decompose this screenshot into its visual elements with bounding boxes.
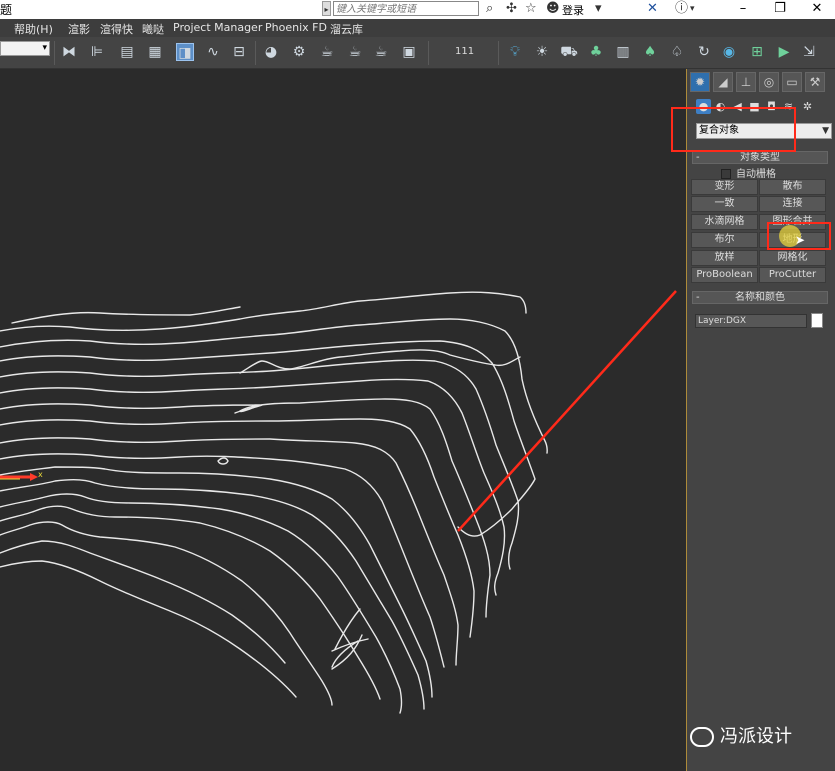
layer-manager-icon[interactable]: ▤: [118, 43, 136, 61]
render-iterative-icon[interactable]: ☕: [372, 43, 390, 61]
toolbar-separator: [498, 41, 499, 65]
render-frame-window-icon[interactable]: ▣: [400, 43, 418, 61]
menu-render-shadow[interactable]: 渲影: [68, 21, 90, 37]
align-icon[interactable]: ⊫: [88, 43, 106, 61]
watermark: 冯派设计: [690, 722, 792, 748]
menu-render-fast[interactable]: 渲得快: [100, 21, 133, 37]
systems-icon[interactable]: ✲: [800, 99, 815, 114]
procutter-button[interactable]: ProCutter: [759, 267, 826, 283]
annotation-arrow: [457, 290, 677, 532]
utilities-tab[interactable]: ⚒: [805, 72, 825, 92]
create-tab[interactable]: ✹: [690, 72, 710, 92]
tree-outline-icon[interactable]: ♤: [668, 43, 686, 61]
toolbar-separator: [428, 41, 429, 65]
boolean-button[interactable]: 布尔: [691, 232, 758, 248]
toolbar-counter: 111: [455, 46, 475, 57]
command-panel: ✹ ◢ ⊥ ◎ ▭ ⚒ ● ◐ ◀ ■ ◘ ≋ ✲ 复合对象 ▼ - 对象类型 …: [686, 69, 835, 771]
selection-set-dropdown[interactable]: ▾: [0, 41, 50, 56]
contour-lines-drawing: x: [0, 290, 677, 714]
curve-editor-icon[interactable]: ∿: [204, 43, 222, 61]
rendered-frame-icon[interactable]: ☕: [318, 43, 336, 61]
film-icon[interactable]: ▶: [775, 43, 793, 61]
toolbar-separator: [54, 41, 55, 65]
scatter-button[interactable]: 散布: [759, 179, 826, 195]
menu-liuyun-library[interactable]: 溜云库: [330, 21, 363, 37]
menu-project-manager[interactable]: Project Manager: [173, 21, 262, 34]
conform-button[interactable]: 一致: [691, 196, 758, 212]
binoculars-icon[interactable]: ⌕: [486, 2, 493, 16]
graphite-tools-icon[interactable]: ◨: [176, 43, 194, 61]
object-name-field[interactable]: Layer:DGX: [695, 314, 807, 328]
object-type-title: 对象类型: [740, 152, 780, 163]
name-color-title: 名称和颜色: [735, 292, 785, 303]
material-editor-icon[interactable]: ◕: [262, 43, 280, 61]
rotate-icon[interactable]: ↻: [695, 43, 713, 61]
wechat-icon: [690, 727, 714, 747]
toolbar-separator: [255, 41, 256, 65]
object-type-rollout-header[interactable]: - 对象类型: [692, 151, 828, 164]
light-bulb-icon[interactable]: 💡︎: [506, 43, 524, 61]
menu-bar: 帮助(H) 渲影 渲得快 曦哒 Project Manager Phoenix …: [0, 19, 835, 37]
star-icon[interactable]: ☆: [525, 2, 537, 16]
name-color-rollout-header[interactable]: - 名称和颜色: [692, 291, 828, 304]
perspective-viewport[interactable]: x: [0, 69, 686, 771]
mesher-button[interactable]: 网格化: [759, 250, 826, 266]
watermark-text: 冯派设计: [720, 726, 792, 747]
search-input[interactable]: 键入关键字或短语: [333, 1, 479, 16]
hierarchy-tab[interactable]: ⊥: [736, 72, 756, 92]
axis-x-label: x: [38, 470, 43, 479]
proboolean-button[interactable]: ProBoolean: [691, 267, 758, 283]
menu-help[interactable]: 帮助(H): [14, 21, 53, 37]
vray-fur-icon[interactable]: ♣: [587, 43, 605, 61]
contour-lines: [0, 291, 548, 714]
connect-button[interactable]: 连接: [759, 196, 826, 212]
morph-button[interactable]: 变形: [691, 179, 758, 195]
search-expand-button[interactable]: ▸: [322, 1, 331, 16]
blobmesh-button[interactable]: 水滴网格: [691, 214, 758, 230]
scene-explorer-icon[interactable]: ▦: [146, 43, 164, 61]
login-link[interactable]: 登录: [562, 2, 584, 18]
collapse-icon: -: [696, 152, 700, 163]
auto-grid-checkbox[interactable]: 自动栅格: [721, 165, 776, 180]
plane-icon[interactable]: ⊞: [748, 43, 766, 61]
minimize-button[interactable]: –: [728, 0, 758, 19]
autodesk-x-icon[interactable]: ✕: [647, 2, 658, 16]
modify-tab[interactable]: ◢: [713, 72, 733, 92]
main-toolbar: ▾ ⧓ ⊫ ▤ ▦ ◨ ∿ ⊟ ◕ ⚙ ☕ ☕ ☕ ▣ 111 💡︎ ☀ ⛟ ♣…: [0, 37, 835, 69]
title-bar: 题 ▸ 键入关键字或短语 ⌕ ✣ ☆ ☻ 登录 ▾ ✕ ⓘ ▾ – ❐ ✕: [0, 0, 835, 20]
collapse-icon: -: [696, 292, 700, 303]
help-icon[interactable]: ⓘ: [675, 2, 688, 16]
close-button[interactable]: ✕: [802, 0, 832, 19]
restore-button[interactable]: ❐: [765, 0, 795, 19]
help-dropdown-icon[interactable]: ▾: [690, 2, 695, 16]
sphere-icon[interactable]: ◉: [720, 43, 738, 61]
schematic-view-icon[interactable]: ⊟: [230, 43, 248, 61]
motion-tab[interactable]: ◎: [759, 72, 779, 92]
highlight-category-box: [671, 107, 796, 152]
display-tab[interactable]: ▭: [782, 72, 802, 92]
object-color-swatch[interactable]: [811, 313, 823, 328]
vray-table-icon[interactable]: ▥: [614, 43, 632, 61]
mirror-icon[interactable]: ⧓: [60, 43, 78, 61]
vray-camera-icon[interactable]: ⛟: [560, 43, 578, 61]
chevron-down-icon: ▼: [822, 126, 829, 136]
render-production-icon[interactable]: ☕: [346, 43, 364, 61]
tools-icon[interactable]: ✣: [506, 2, 517, 16]
menu-phoenix-fd[interactable]: Phoenix FD: [265, 21, 327, 34]
window-title: 题: [0, 3, 13, 17]
menu-xida[interactable]: 曦哒: [142, 21, 164, 37]
loft-button[interactable]: 放样: [691, 250, 758, 266]
tree-icon[interactable]: ♠: [641, 43, 659, 61]
export-icon[interactable]: ⇲: [800, 43, 818, 61]
highlight-terrain-box: [767, 222, 831, 250]
dropdown-arrow-icon[interactable]: ▾: [595, 2, 602, 16]
render-setup-icon[interactable]: ⚙: [290, 43, 308, 61]
user-icon[interactable]: ☻: [546, 2, 560, 16]
sun-icon[interactable]: ☀: [533, 43, 551, 61]
checkbox-box[interactable]: [721, 169, 731, 179]
